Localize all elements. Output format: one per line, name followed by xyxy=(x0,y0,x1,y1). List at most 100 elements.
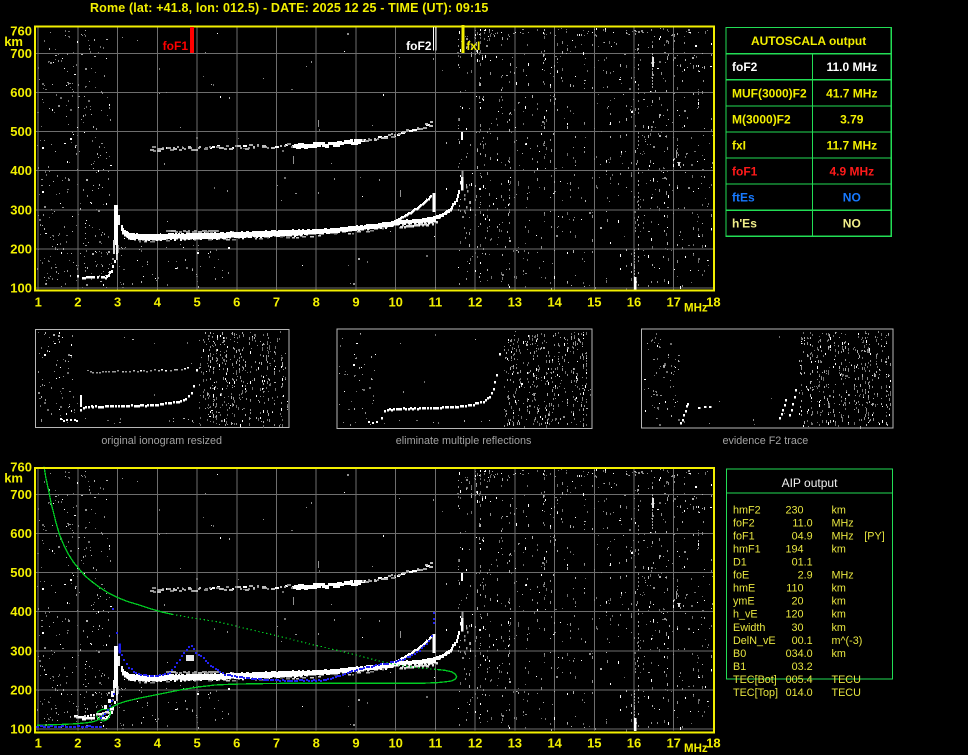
svg-text:B0: B0 xyxy=(733,648,746,660)
svg-text:04.9: 04.9 xyxy=(792,531,813,543)
svg-text:km: km xyxy=(832,648,846,660)
svg-text:16: 16 xyxy=(627,295,641,310)
svg-text:km: km xyxy=(4,471,23,486)
svg-text:034.0: 034.0 xyxy=(786,648,813,660)
svg-text:120: 120 xyxy=(785,609,803,621)
svg-text:41.7 MHz: 41.7 MHz xyxy=(826,86,877,100)
svg-text:5: 5 xyxy=(193,295,200,310)
svg-text:300: 300 xyxy=(10,202,32,217)
svg-text:fxI: fxI xyxy=(466,39,480,53)
svg-text:foF2: foF2 xyxy=(733,517,755,529)
svg-text:km: km xyxy=(832,596,846,608)
svg-text:6: 6 xyxy=(233,736,240,751)
svg-text:400: 400 xyxy=(10,604,32,619)
svg-text:hmF2: hmF2 xyxy=(733,504,761,516)
svg-text:MUF(3000)F2: MUF(3000)F2 xyxy=(732,86,807,100)
svg-text:m^(-3): m^(-3) xyxy=(832,635,863,647)
svg-text:600: 600 xyxy=(10,85,32,100)
svg-text:5: 5 xyxy=(193,736,200,751)
svg-text:11: 11 xyxy=(429,295,443,310)
svg-text:7: 7 xyxy=(273,295,280,310)
svg-text:AUTOSCALA output: AUTOSCALA output xyxy=(751,34,866,48)
svg-text:fxI: fxI xyxy=(732,139,746,153)
svg-text:AIP output: AIP output xyxy=(782,476,838,490)
svg-text:MHz: MHz xyxy=(832,570,854,582)
svg-text:12: 12 xyxy=(468,736,482,751)
svg-text:01.1: 01.1 xyxy=(792,557,813,569)
svg-text:D1: D1 xyxy=(733,557,747,569)
svg-text:700: 700 xyxy=(10,46,32,61)
svg-text:1: 1 xyxy=(35,736,42,751)
svg-text:10: 10 xyxy=(388,736,402,751)
svg-text:foE: foE xyxy=(733,570,749,582)
svg-text:8: 8 xyxy=(313,295,320,310)
svg-text:[PY]: [PY] xyxy=(864,531,884,543)
svg-text:M(3000)F2: M(3000)F2 xyxy=(732,112,791,126)
svg-text:MHz: MHz xyxy=(832,531,854,543)
svg-text:300: 300 xyxy=(10,643,32,658)
svg-text:8: 8 xyxy=(313,736,320,751)
svg-text:014.0: 014.0 xyxy=(786,687,813,699)
svg-text:ftEs: ftEs xyxy=(732,191,755,205)
svg-text:DelN_vE: DelN_vE xyxy=(733,635,776,647)
svg-text:100: 100 xyxy=(10,281,32,296)
svg-text:2.9: 2.9 xyxy=(798,570,813,582)
svg-text:km: km xyxy=(832,544,846,556)
svg-text:30: 30 xyxy=(791,622,803,634)
svg-text:foF1: foF1 xyxy=(732,165,758,179)
svg-text:foF1: foF1 xyxy=(163,39,189,53)
svg-text:9: 9 xyxy=(352,736,359,751)
svg-text:16: 16 xyxy=(627,736,641,751)
svg-text:13: 13 xyxy=(508,295,522,310)
svg-text:500: 500 xyxy=(10,124,32,139)
svg-text:9: 9 xyxy=(352,295,359,310)
svg-text:6: 6 xyxy=(233,295,240,310)
svg-text:11.0: 11.0 xyxy=(792,517,812,529)
svg-text:15: 15 xyxy=(587,295,601,310)
svg-text:20: 20 xyxy=(791,596,803,608)
svg-text:foF1: foF1 xyxy=(733,531,755,543)
svg-text:4: 4 xyxy=(154,736,162,751)
svg-text:10: 10 xyxy=(388,295,402,310)
svg-text:2: 2 xyxy=(74,736,81,751)
svg-text:3: 3 xyxy=(114,295,121,310)
svg-text:194: 194 xyxy=(785,544,803,556)
svg-text:B1: B1 xyxy=(733,661,746,673)
svg-text:km: km xyxy=(832,622,846,634)
svg-text:18: 18 xyxy=(706,295,720,310)
svg-text:NO: NO xyxy=(843,191,861,205)
svg-text:TECU: TECU xyxy=(832,674,861,686)
svg-text:Ewidth: Ewidth xyxy=(733,622,765,634)
svg-text:15: 15 xyxy=(587,736,601,751)
svg-text:Rome (lat: +41.8, lon: 012.5): Rome (lat: +41.8, lon: 012.5) - DATE: 20… xyxy=(90,1,488,15)
svg-text:100: 100 xyxy=(10,722,32,737)
svg-text:2: 2 xyxy=(74,295,81,310)
svg-text:foF2: foF2 xyxy=(406,39,432,53)
svg-text:km: km xyxy=(832,504,846,516)
svg-text:4: 4 xyxy=(154,295,162,310)
svg-text:km: km xyxy=(832,609,846,621)
svg-text:600: 600 xyxy=(10,526,32,541)
svg-text:17: 17 xyxy=(666,736,680,751)
svg-text:eliminate multiple reflections: eliminate multiple reflections xyxy=(396,435,532,447)
svg-text:1: 1 xyxy=(35,295,42,310)
svg-text:13: 13 xyxy=(508,736,522,751)
svg-text:11.0 MHz: 11.0 MHz xyxy=(826,60,877,74)
svg-text:TEC[Top]: TEC[Top] xyxy=(733,687,778,699)
svg-text:MHz: MHz xyxy=(684,303,708,315)
svg-text:km: km xyxy=(832,583,846,595)
svg-text:11.7 MHz: 11.7 MHz xyxy=(826,139,877,153)
svg-text:hmE: hmE xyxy=(733,583,755,595)
svg-text:14: 14 xyxy=(547,295,562,310)
svg-text:TEC[Bot]: TEC[Bot] xyxy=(733,674,777,686)
svg-text:hmF1: hmF1 xyxy=(733,544,761,556)
svg-text:400: 400 xyxy=(10,163,32,178)
svg-text:200: 200 xyxy=(10,241,32,256)
svg-text:NO: NO xyxy=(843,217,861,231)
svg-text:500: 500 xyxy=(10,565,32,580)
svg-text:03.2: 03.2 xyxy=(792,661,813,673)
svg-text:4.9 MHz: 4.9 MHz xyxy=(829,165,874,179)
svg-text:original ionogram resized: original ionogram resized xyxy=(101,435,222,447)
svg-text:h'Es: h'Es xyxy=(732,217,757,231)
svg-text:3.79: 3.79 xyxy=(840,112,864,126)
